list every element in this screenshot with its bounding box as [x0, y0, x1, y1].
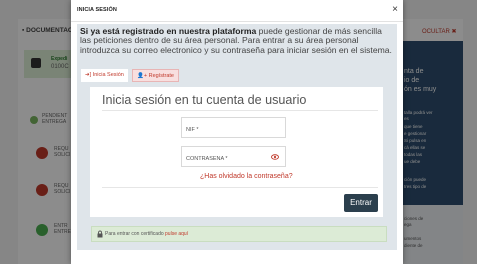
form-title: Inicia sesión en tu cuenta de usuario — [102, 93, 307, 107]
sign-in-icon: ➜] — [85, 72, 92, 78]
forgot-password-link[interactable]: ¿Has olvidado la contraseña? — [200, 173, 293, 180]
certificate-text: Para entrar con certificado pulse aquí — [105, 231, 189, 237]
login-form: Inicia sesión en tu cuenta de usuario ¿H… — [90, 87, 383, 217]
password-field — [181, 146, 286, 169]
divider — [102, 110, 378, 111]
enter-button[interactable]: Entrar — [344, 194, 378, 212]
nif-field — [181, 117, 286, 140]
login-modal: INICIA SESIÓN × Si ya está registrado en… — [71, 0, 403, 264]
lock-icon — [97, 230, 103, 238]
tab-register[interactable]: 👤+ Regístrate — [132, 69, 179, 82]
modal-panel: Si ya está registrado en nuestra platafo… — [77, 24, 397, 250]
divider — [102, 187, 378, 188]
close-icon[interactable]: × — [390, 4, 400, 16]
intro-text: Si ya está registrado en nuestra platafo… — [80, 26, 392, 55]
password-input[interactable] — [182, 149, 274, 169]
modal-header: INICIA SESIÓN × — [71, 0, 403, 22]
certificate-link[interactable]: pulse aquí — [165, 231, 188, 237]
add-user-icon: 👤+ — [137, 73, 148, 79]
eye-icon[interactable] — [271, 153, 279, 161]
nif-input[interactable] — [182, 120, 274, 140]
certificate-notice: Para entrar con certificado pulse aquí — [91, 226, 387, 242]
modal-title: INICIA SESIÓN — [77, 7, 117, 13]
tab-login[interactable]: ➜] Inicia Sesión — [81, 69, 128, 82]
